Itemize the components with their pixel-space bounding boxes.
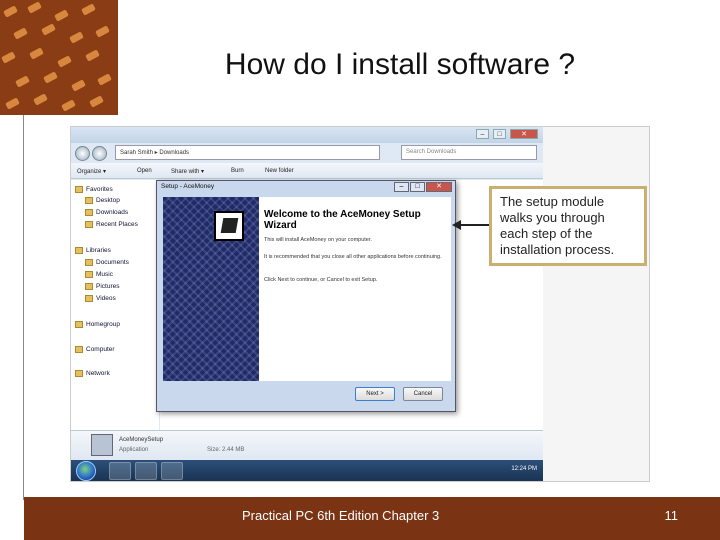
footer-text: Practical PC 6th Edition Chapter 3 (242, 508, 440, 523)
slide-title: How do I install software ? (224, 48, 576, 81)
share-button[interactable]: Share with ▾ (171, 168, 204, 175)
taskbar: 12:24 PM (71, 460, 543, 481)
homegroup-icon (75, 321, 83, 328)
nav-music[interactable]: Music (85, 271, 113, 278)
folder-icon (85, 197, 93, 204)
wizard-heading: Welcome to the AceMoney Setup Wizard (264, 209, 421, 231)
setup-wizard-dialog: Setup - AceMoney – □ ✕ Welcome to the Ac… (156, 180, 456, 412)
wizard-body: Welcome to the AceMoney Setup Wizard Thi… (163, 197, 451, 381)
arrow-line (459, 224, 490, 226)
wizard-minimize-icon[interactable]: – (394, 182, 409, 192)
nav-favorites[interactable]: Favorites (75, 186, 113, 193)
nav-pictures[interactable]: Pictures (85, 283, 119, 290)
footer-bar: Practical PC 6th Edition Chapter 3 11 (24, 497, 720, 540)
organize-button[interactable]: Organize ▾ (77, 168, 106, 175)
wizard-close-icon[interactable]: ✕ (426, 182, 452, 192)
wizard-banner (163, 197, 259, 381)
installer-logo-icon (214, 211, 244, 241)
wizard-text-2: It is recommended that you close all oth… (264, 254, 442, 260)
close-icon[interactable]: ✕ (510, 129, 538, 139)
file-size: Size: 2.44 MB (207, 447, 245, 453)
start-button[interactable] (76, 461, 96, 481)
folder-icon (85, 221, 93, 228)
page-number: 11 (664, 508, 679, 523)
nav-desktop[interactable]: Desktop (85, 197, 120, 204)
nav-computer[interactable]: Computer (75, 346, 115, 353)
wizard-text-3: Click Next to continue, or Cancel to exi… (264, 277, 378, 283)
star-icon (75, 186, 83, 193)
folder-icon (85, 295, 93, 302)
explorer-titlebar: – □ ✕ (71, 127, 543, 143)
details-pane: AceMoneySetup Application Size: 2.44 MB (71, 430, 543, 459)
folder-icon (85, 209, 93, 216)
search-input[interactable]: Search Downloads (401, 145, 537, 160)
decorative-pattern (0, 0, 118, 115)
installer-icon (91, 434, 113, 456)
forward-button[interactable] (92, 145, 107, 161)
maximize-icon[interactable]: □ (493, 129, 506, 139)
wizard-title: Setup - AceMoney (161, 183, 215, 190)
nav-buttons (75, 144, 109, 162)
taskbar-setup-icon[interactable] (161, 462, 183, 480)
nav-downloads[interactable]: Downloads (85, 209, 128, 216)
nav-libraries[interactable]: Libraries (75, 247, 111, 254)
wizard-maximize-icon[interactable]: □ (410, 182, 425, 192)
navigation-pane: Favorites Desktop Downloads Recent Place… (71, 180, 159, 430)
nav-videos[interactable]: Videos (85, 295, 116, 302)
open-button[interactable]: Open (137, 168, 152, 174)
computer-icon (75, 346, 83, 353)
taskbar-explorer-icon[interactable] (135, 462, 157, 480)
minimize-icon[interactable]: – (476, 129, 489, 139)
screenshot: – □ ✕ Sarah Smith ▸ Downloads Search Dow… (70, 126, 650, 482)
folder-icon (85, 283, 93, 290)
clock: 12:24 PM (511, 466, 537, 472)
callout-box: The setup module walks you through each … (489, 186, 647, 266)
nav-recent-places[interactable]: Recent Places (85, 221, 138, 228)
vertical-divider (23, 115, 24, 500)
cancel-button[interactable]: Cancel (403, 387, 443, 401)
explorer-toolbar: Organize ▾ Open Share with ▾ Burn New fo… (71, 163, 543, 179)
burn-button[interactable]: Burn (231, 168, 244, 174)
folder-icon (85, 259, 93, 266)
taskbar-ie-icon[interactable] (109, 462, 131, 480)
address-bar[interactable]: Sarah Smith ▸ Downloads (115, 145, 380, 160)
next-button[interactable]: Next > (355, 387, 395, 401)
file-name: AceMoneySetup (119, 437, 164, 443)
back-button[interactable] (75, 145, 90, 161)
nav-homegroup[interactable]: Homegroup (75, 321, 120, 328)
new-folder-button[interactable]: New folder (265, 168, 294, 174)
wizard-text-1: This will install AceMoney on your compu… (264, 237, 372, 243)
nav-network[interactable]: Network (75, 370, 110, 377)
library-icon (75, 247, 83, 254)
folder-icon (85, 271, 93, 278)
nav-documents[interactable]: Documents (85, 259, 129, 266)
file-type: Application (119, 447, 149, 453)
network-icon (75, 370, 83, 377)
